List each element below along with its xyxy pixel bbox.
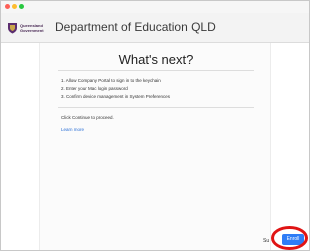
footer-partial-label: Su [263,238,270,244]
bottom-divider [58,107,254,108]
title-bar [1,1,309,13]
app-window: Queensland Government Department of Educ… [0,0,310,251]
step-item-1: 1. Allow Company Portal to sign in to th… [61,78,161,83]
steps-list: 1. Allow Company Portal to sign in to th… [61,77,170,101]
department-title: Department of Education QLD [55,20,216,34]
learn-more-link[interactable]: Learn more [61,127,84,132]
queensland-government-logo: Queensland Government [7,19,51,36]
top-divider [58,70,254,71]
proceed-instruction: Click Continue to proceed. [61,115,114,120]
content-panel: What's next? 1. Allow Company Portal to … [39,43,271,250]
page-title: What's next? [118,52,194,67]
step-item-2: 2. Enter your Mac login password [61,86,128,91]
app-header: Queensland Government Department of Educ… [1,13,309,43]
close-window-button[interactable] [5,4,10,9]
step-item-3: 3. Confirm device management in System P… [61,94,171,99]
queensland-crest-icon [8,22,17,33]
logo-text-line1: Queensland [20,22,43,28]
enroll-button[interactable]: Enroll [282,234,304,245]
zoom-window-button[interactable] [19,4,24,9]
logo-wordmark: Queensland Government [20,23,44,33]
minimize-window-button[interactable] [12,4,17,9]
logo-text-line2: Government [20,27,44,33]
